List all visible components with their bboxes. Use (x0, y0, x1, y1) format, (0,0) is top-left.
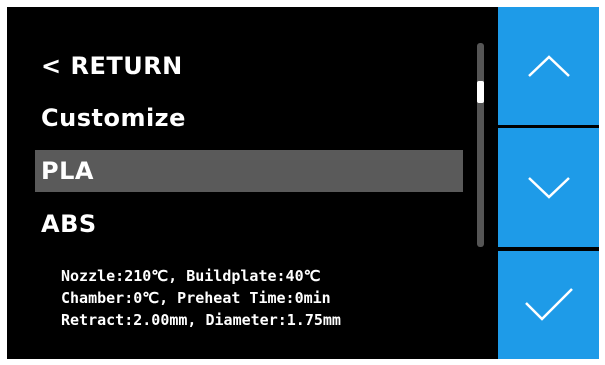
menu-item-return[interactable]: < RETURN (35, 45, 463, 87)
scrollbar-thumb[interactable] (477, 81, 484, 103)
material-info: Nozzle:210℃, Buildplate:40℃ Chamber:0℃, … (61, 265, 471, 331)
side-button-panel (498, 7, 599, 359)
checkmark-icon (524, 288, 573, 321)
chevron-down-icon (527, 176, 570, 199)
printer-screen: < RETURN Customize PLA ABS Nozzle:210℃, … (7, 7, 599, 359)
info-line-nozzle-buildplate: Nozzle:210℃, Buildplate:40℃ (61, 267, 321, 285)
scroll-down-button[interactable] (498, 128, 599, 247)
info-line-chamber-preheat: Chamber:0℃, Preheat Time:0min (61, 289, 331, 307)
menu-item-customize[interactable]: Customize (35, 97, 463, 139)
scroll-up-button[interactable] (498, 7, 599, 125)
confirm-button[interactable] (498, 251, 599, 359)
menu-item-abs[interactable]: ABS (35, 203, 463, 245)
info-line-retract-diameter: Retract:2.00mm, Diameter:1.75mm (61, 311, 341, 329)
material-menu: < RETURN Customize PLA ABS (7, 7, 477, 257)
menu-scrollbar[interactable] (477, 43, 484, 247)
chevron-up-icon (527, 55, 570, 77)
menu-item-pla[interactable]: PLA (35, 150, 463, 192)
